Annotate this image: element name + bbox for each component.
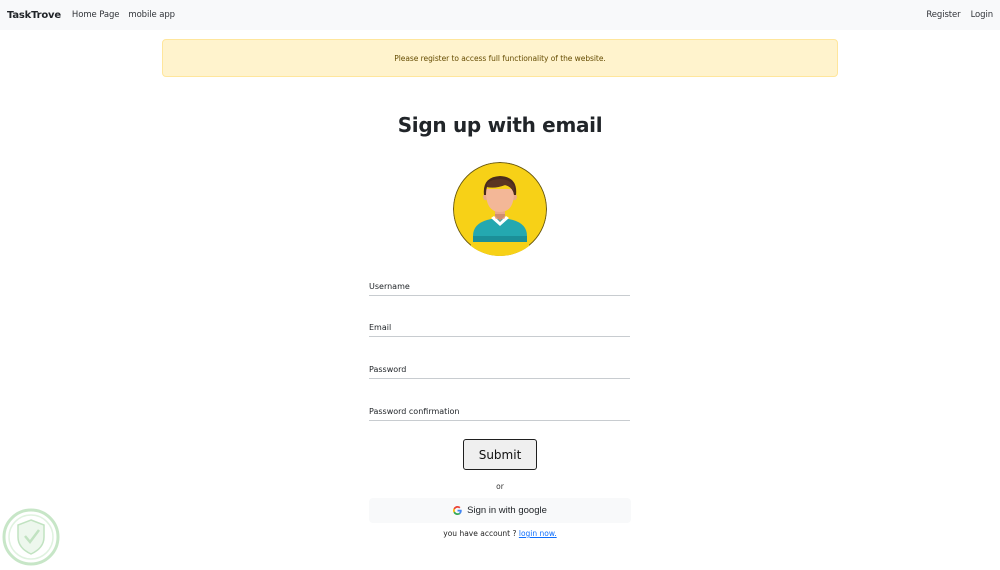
nav-link-mobile-app[interactable]: mobile app <box>128 10 175 20</box>
alert-message: Please register to access full functiona… <box>394 53 606 63</box>
nav-right-group: Register Login <box>916 10 993 20</box>
google-sign-in-button[interactable]: Sign in with google <box>369 498 631 523</box>
watermark-shield-icon <box>2 508 60 566</box>
google-sign-in-label: Sign in with google <box>467 505 547 516</box>
nav-link-login[interactable]: Login <box>971 10 994 20</box>
page-title: Sign up with email <box>397 113 603 137</box>
nav-link-register[interactable]: Register <box>926 10 960 20</box>
login-now-link[interactable]: login now. <box>519 529 557 538</box>
email-input[interactable] <box>369 319 630 337</box>
register-alert: Please register to access full functiona… <box>162 39 838 77</box>
or-divider-text: or <box>496 482 504 491</box>
password-confirmation-input[interactable] <box>369 403 630 421</box>
username-input[interactable] <box>369 278 630 296</box>
account-prompt-line: you have account ? login now. <box>0 529 1000 538</box>
top-navbar: TaskTrove Home Page mobile app Register … <box>0 0 1000 30</box>
user-avatar-icon <box>453 162 547 256</box>
brand-logo-text[interactable]: TaskTrove <box>7 10 61 21</box>
account-prompt-text: you have account ? <box>443 529 517 538</box>
submit-button[interactable]: Submit <box>463 439 537 470</box>
password-input[interactable] <box>369 361 630 379</box>
google-g-icon <box>453 506 462 515</box>
nav-link-home-page[interactable]: Home Page <box>72 10 120 20</box>
